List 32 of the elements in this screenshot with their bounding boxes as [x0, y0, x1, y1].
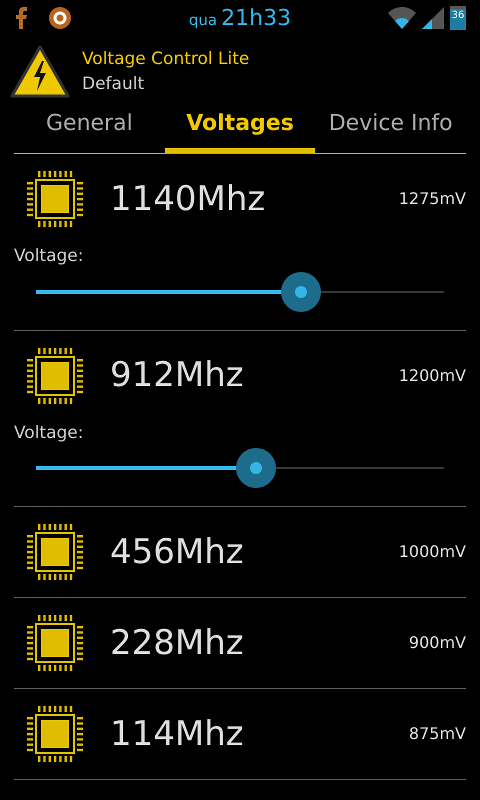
- chip-icon: [26, 523, 84, 581]
- frequency-label: 456Mhz: [110, 530, 245, 574]
- facebook-icon: [14, 7, 28, 29]
- chip-icon: [26, 705, 84, 763]
- wifi-icon: [388, 7, 416, 29]
- chip-icon: [26, 614, 84, 672]
- voltage-value: 1000mV: [398, 541, 466, 563]
- frequency-label: 114Mhz: [110, 712, 245, 756]
- tab[interactable]: Device Info: [315, 108, 466, 153]
- voltage-value: 1275mV: [398, 188, 466, 210]
- voltage-value: 900mV: [408, 632, 466, 654]
- status-day: qua: [188, 8, 218, 32]
- voltage-slider[interactable]: [36, 272, 444, 312]
- tab[interactable]: Voltages: [164, 108, 316, 153]
- battery-icon: 36: [450, 6, 466, 30]
- frequency-label: 228Mhz: [110, 622, 245, 664]
- chip-icon: [26, 346, 84, 404]
- signal-icon: [422, 7, 444, 29]
- voltage-value: 875mV: [408, 723, 466, 745]
- warning-icon: [10, 45, 70, 99]
- app-icon: [48, 6, 72, 30]
- voltage-value: 1200mV: [398, 364, 466, 386]
- app-title: Voltage Control Lite: [82, 48, 250, 70]
- chip-icon: [26, 170, 84, 228]
- slider-label: Voltage:: [14, 422, 84, 444]
- voltage-slider[interactable]: [36, 448, 444, 488]
- status-time: 21h33: [221, 4, 292, 32]
- frequency-label: 912Mhz: [110, 354, 245, 397]
- tab[interactable]: General: [14, 108, 165, 153]
- frequency-label: 1140Mhz: [110, 178, 266, 220]
- profile-name: Default: [82, 73, 146, 96]
- slider-label: Voltage:: [14, 245, 84, 268]
